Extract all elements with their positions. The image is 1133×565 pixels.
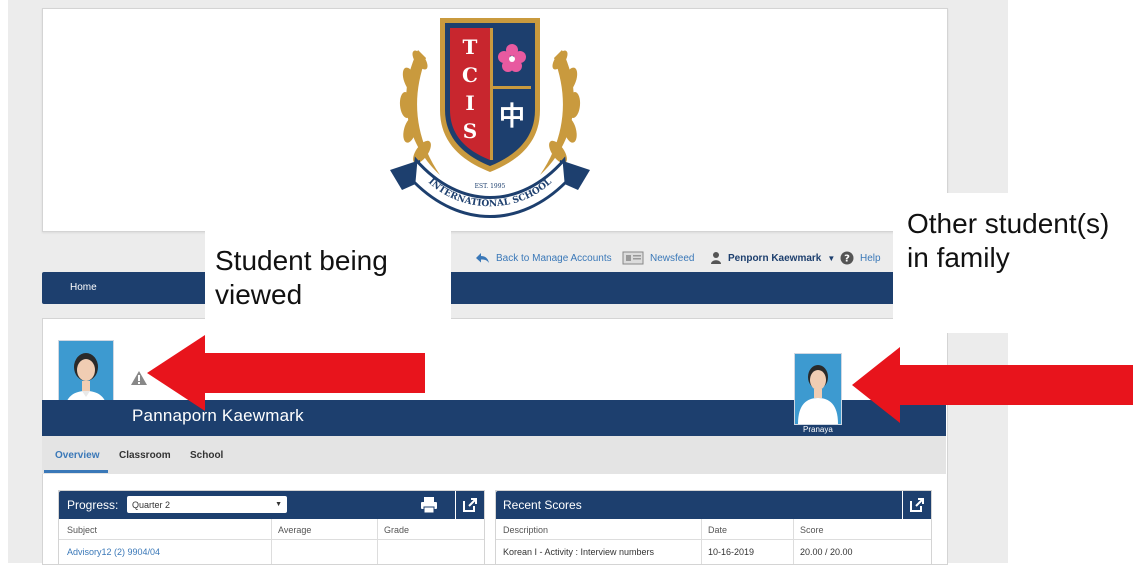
col-grade: Grade — [384, 525, 410, 535]
svg-text:I: I — [465, 91, 474, 115]
svg-text:S: S — [463, 119, 477, 143]
sibling-photo[interactable] — [794, 353, 842, 425]
newsfeed-link[interactable]: Newsfeed — [622, 248, 694, 268]
tab-overview[interactable]: Overview — [55, 450, 99, 461]
back-to-manage-accounts-link[interactable]: Back to Manage Accounts — [474, 248, 612, 268]
quarter-select-value: Quarter 2 — [132, 499, 171, 510]
recent-scores-title: Recent Scores — [503, 498, 582, 512]
active-tab-indicator — [44, 470, 108, 473]
svg-text:中: 中 — [499, 102, 525, 132]
main-navbar: Home — [42, 272, 946, 304]
divider — [793, 519, 794, 564]
quarter-select[interactable]: Quarter 2 ▼ — [127, 496, 287, 513]
help-link[interactable]: ? Help — [840, 248, 881, 268]
external-link-icon — [463, 498, 477, 512]
school-crest-icon: T C I S 中 EST. 1995 INTERNATIONAL SCHOOL — [390, 18, 590, 218]
red-arrow-left-icon — [852, 347, 1133, 423]
col-average: Average — [278, 525, 312, 535]
callout-student-viewed-text: Student being viewed — [215, 245, 388, 310]
tab-classroom[interactable]: Classroom — [119, 450, 171, 461]
chevron-down-icon: ▼ — [275, 501, 282, 508]
user-icon — [711, 252, 721, 264]
score-date: 10-16-2019 — [708, 547, 755, 557]
back-link-label: Back to Manage Accounts — [496, 252, 612, 264]
divider — [701, 519, 702, 564]
callout-other-students-text: Other student(s) in family — [907, 208, 1110, 273]
user-menu[interactable]: Penporn Kaewmark ▼ — [710, 248, 835, 268]
svg-text:C: C — [462, 63, 478, 87]
divider — [496, 539, 931, 540]
back-arrow-icon — [476, 253, 489, 263]
score-description: Korean I - Activity : Interview numbers — [503, 547, 655, 557]
red-arrow-left-icon — [147, 335, 425, 411]
svg-text:?: ? — [844, 254, 850, 265]
external-link-icon — [910, 498, 924, 512]
school-logo: T C I S 中 EST. 1995 INTERNATIONAL SCHOOL — [380, 10, 600, 225]
svg-text:EST. 1995: EST. 1995 — [475, 183, 506, 190]
progress-title: Progress: — [67, 498, 119, 512]
sibling-name[interactable]: Pranaya — [803, 425, 833, 434]
newsfeed-icon — [622, 251, 644, 265]
col-date: Date — [708, 525, 728, 535]
recent-scores-external-link-button[interactable] — [902, 491, 931, 519]
progress-panel: Progress: Quarter 2 ▼ Subject Average Gr… — [58, 490, 485, 565]
col-description: Description — [503, 525, 549, 535]
svg-text:T: T — [463, 35, 478, 59]
divider — [271, 519, 272, 564]
nav-home-link[interactable]: Home — [70, 282, 97, 293]
progress-external-link-button[interactable] — [455, 491, 484, 519]
subject-link[interactable]: Advisory12 (2) 9904/04 — [67, 547, 160, 557]
print-icon[interactable] — [420, 496, 438, 514]
sibling-avatar-icon — [795, 354, 841, 424]
callout-student-viewed: Student being viewed — [205, 230, 451, 320]
callout-other-students: Other student(s) in family — [893, 193, 1125, 333]
help-label: Help — [860, 252, 881, 264]
col-subject: Subject — [67, 525, 98, 535]
chevron-down-icon: ▼ — [827, 253, 836, 263]
recent-scores-panel: Recent Scores Description Date Score Kor… — [495, 490, 932, 565]
help-icon: ? — [840, 251, 854, 265]
tab-school[interactable]: School — [190, 450, 223, 461]
user-name-label: Penporn Kaewmark — [728, 252, 822, 264]
col-score: Score — [800, 525, 824, 535]
newsfeed-label: Newsfeed — [650, 252, 695, 264]
score-value: 20.00 / 20.00 — [800, 547, 853, 557]
divider — [377, 519, 378, 564]
student-tabs — [42, 436, 946, 474]
